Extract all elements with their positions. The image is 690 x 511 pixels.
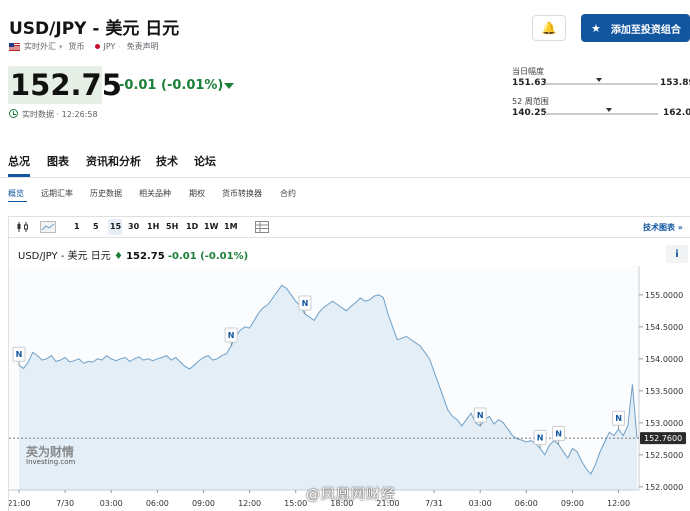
us-flag-icon <box>9 42 20 51</box>
x-tick-label: 06:00 <box>146 499 169 508</box>
day-range-bar <box>545 83 658 85</box>
active-subtab-indicator <box>8 201 27 202</box>
day-range-marker <box>596 78 603 82</box>
x-tick-label: 03:00 <box>100 499 123 508</box>
y-tick-label: 153.0000 <box>645 419 683 428</box>
x-tick-label: 7/30 <box>56 499 74 508</box>
chart-title: USD/JPY - 美元 日元 ♦ 152.75 -0.01 (-0.01%) <box>18 247 248 262</box>
timeframe-5h[interactable]: 5H <box>166 222 178 231</box>
currency-dot-icon <box>94 44 100 49</box>
watermark-logo-text: 英为财情 <box>26 444 74 458</box>
subtab-forward-rates[interactable]: 远期汇率 <box>41 188 73 199</box>
tab-news-analysis[interactable]: 资讯和分析 <box>86 153 141 169</box>
investing-logo-watermark: 英为财情 <box>26 444 74 458</box>
x-tick-label: 09:00 <box>561 499 584 508</box>
meta-currency: JPY <box>103 42 116 51</box>
timeframe-30[interactable]: 30 <box>128 222 139 231</box>
technical-chart-link[interactable]: 技术图表 » <box>643 222 683 233</box>
bell-plus-icon: 🔔 <box>541 21 557 35</box>
x-tick-label: 12:00 <box>238 499 261 508</box>
x-tick-label: 12:00 <box>607 499 630 508</box>
tab-forum[interactable]: 论坛 <box>194 153 216 169</box>
x-tick-label: 06:00 <box>515 499 538 508</box>
page-title: USD/JPY - 美元 日元 <box>9 19 180 39</box>
news-marker-label: N <box>477 411 484 420</box>
timeframe-1m[interactable]: 1M <box>224 222 238 231</box>
star-icon: ★ <box>591 21 601 35</box>
x-tick-label: 09:00 <box>192 499 215 508</box>
news-marker-label: N <box>615 414 622 423</box>
week52-range-high: 162.01 <box>663 108 690 118</box>
news-marker-label: N <box>302 299 309 308</box>
candlestick-icon[interactable] <box>16 221 30 233</box>
clock-icon <box>9 109 18 118</box>
meta-category: 货币 <box>68 42 85 51</box>
last-price: 152.75 <box>10 68 122 102</box>
news-marker-label: N <box>537 433 544 442</box>
x-tick-label: 15:00 <box>284 499 307 508</box>
timeframe-1[interactable]: 1 <box>74 222 80 231</box>
chevron-down-icon: ▾ <box>59 42 63 51</box>
add-to-portfolio-button[interactable]: ★ 添加至投资组合 <box>581 14 690 42</box>
x-tick-label: 7/31 <box>425 499 443 508</box>
info-button[interactable]: i <box>666 245 688 263</box>
weibo-watermark: @凤凰网财经 <box>306 487 396 503</box>
week52-range-label: 52 周范围 <box>512 97 549 106</box>
table-view-icon[interactable] <box>255 221 269 233</box>
triangle-down-icon <box>224 83 234 89</box>
timeframe-1h[interactable]: 1H <box>147 222 159 231</box>
timeframe-1w[interactable]: 1W <box>204 222 218 231</box>
chart-title-price: 152.75 <box>126 251 165 262</box>
week52-range-bar <box>545 113 658 115</box>
subtab-options[interactable]: 期权 <box>189 188 205 199</box>
tab-chart[interactable]: 图表 <box>47 153 69 169</box>
timeframe-15[interactable]: 15 <box>110 222 121 231</box>
week52-range-low: 140.25 <box>512 108 547 118</box>
separator: · <box>118 42 121 51</box>
subtab-related[interactable]: 相关品种 <box>139 188 171 199</box>
x-tick-label: 21:00 <box>9 499 31 508</box>
day-range-low: 151.63 <box>512 78 547 88</box>
active-tab-indicator <box>8 174 30 177</box>
chart-title-change: -0.01 (-0.01%) <box>167 251 249 262</box>
subtab-converter[interactable]: 货币转换器 <box>222 188 262 199</box>
realtime-status: 实时数据 · 12:26:58 <box>22 110 98 119</box>
timeframe-1d[interactable]: 1D <box>186 222 198 231</box>
disclaimer-link[interactable]: 免责声明 <box>127 41 159 52</box>
timeframe-5[interactable]: 5 <box>93 222 99 231</box>
y-tick-label: 153.5000 <box>645 387 683 396</box>
y-tick-label: 152.0000 <box>645 483 683 492</box>
day-range-high: 153.89 <box>660 78 690 88</box>
add-to-portfolio-label: 添加至投资组合 <box>610 24 681 36</box>
tab-technical[interactable]: 技术 <box>156 153 178 169</box>
info-icon: i <box>675 248 679 260</box>
week52-range-marker <box>606 108 613 112</box>
subtab-historical-data[interactable]: 历史数据 <box>90 188 122 199</box>
tab-overview[interactable]: 总况 <box>8 153 30 169</box>
y-tick-label: 152.5000 <box>645 451 683 460</box>
x-tick-label: 03:00 <box>469 499 492 508</box>
day-range-label: 当日幅度 <box>512 67 544 76</box>
subtab-overview[interactable]: 概览 <box>8 188 24 199</box>
current-price-label: 152.7600 <box>644 434 682 443</box>
alert-button[interactable]: 🔔 <box>532 15 566 41</box>
chart-title-name: USD/JPY - 美元 日元 <box>18 251 111 262</box>
price-change: -0.01 (-0.01%) <box>119 78 224 93</box>
instrument-meta: 实时外汇 ▾ 货币 JPY · 免责声明 <box>9 41 159 52</box>
area-chart-icon[interactable] <box>40 221 56 233</box>
news-marker-label: N <box>16 350 23 359</box>
meta-market[interactable]: 实时外汇 <box>24 41 56 52</box>
watermark-sub: Investing.com <box>26 458 76 466</box>
y-tick-label: 155.0000 <box>645 291 683 300</box>
subtab-contracts[interactable]: 合约 <box>280 188 296 199</box>
news-marker-label: N <box>228 331 235 340</box>
news-marker-label: N <box>555 430 562 439</box>
diamond-icon: ♦ <box>113 251 123 262</box>
y-tick-label: 154.0000 <box>645 355 683 364</box>
price-chart[interactable]: 152.0000 152.5000 153.0000 153.5000 154.0000… <box>9 266 690 511</box>
y-tick-label: 154.5000 <box>645 323 683 332</box>
